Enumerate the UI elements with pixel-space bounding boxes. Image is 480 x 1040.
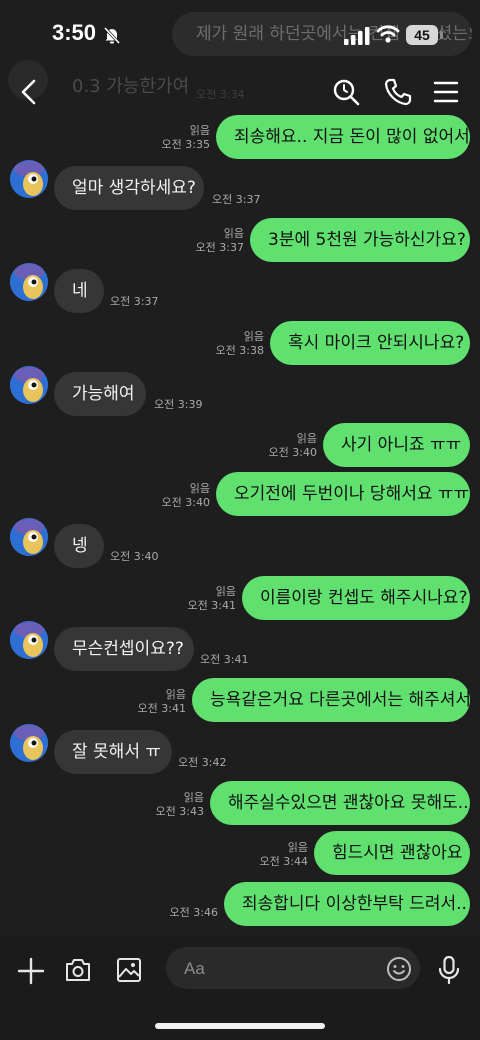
message-time: 오전 3:46 [169,906,218,919]
message-time: 오전 3:37 [195,241,244,254]
message-bubble-outgoing[interactable]: 이름이랑 컨셉도 해주시나요? [242,576,470,620]
message-meta: 읽음 오전 3:40 [269,432,317,460]
message-list[interactable]: 죄송해요.. 지금 돈이 많이 없어서 읽음 오전 3:35 얼마 생각하세요?… [0,0,480,935]
read-receipt: 읽음 [296,432,317,445]
message-time: 오전 3:41 [200,653,249,666]
message-time: 오전 3:37 [110,295,159,308]
mic-icon[interactable] [436,955,462,985]
avatar[interactable] [10,366,48,404]
message-bubble-outgoing[interactable]: 힘드시면 괜찮아요 [314,831,470,875]
message-bubble-incoming[interactable]: 가능해여 [54,372,146,416]
message-bubble-incoming[interactable]: 넹 [54,524,104,568]
message-meta: 읽음 오전 3:40 [162,482,210,510]
message-bubble-incoming[interactable]: 얼마 생각하세요? [54,166,204,210]
message-time: 오전 3:40 [268,446,317,459]
message-time: 오전 3:40 [161,496,210,509]
message-bubble-outgoing[interactable]: 오기전에 두번이나 당해서요 ㅠㅠ [216,472,470,516]
message-time: 오전 3:39 [154,398,203,411]
camera-icon[interactable] [64,957,92,983]
message-time: 오전 3:37 [212,193,261,206]
read-receipt: 읽음 [165,688,186,701]
message-bubble-incoming[interactable]: 잘 못해서 ㅠ [54,730,172,774]
message-time: 오전 3:41 [187,599,236,612]
avatar[interactable] [10,621,48,659]
avatar-image [10,724,48,762]
read-receipt: 읽음 [287,841,308,854]
message-bubble-outgoing[interactable]: 죄송합니다 이상한부탁 드려서.. [224,882,470,926]
avatar[interactable] [10,263,48,301]
avatar-image [10,518,48,556]
avatar-image [10,366,48,404]
message-input-field[interactable] [166,947,420,989]
message-meta: 읽음 오전 3:41 [188,585,236,613]
message-bubble-outgoing[interactable]: 3분에 5천원 가능하신가요? [250,218,470,262]
message-bubble-outgoing[interactable]: 죄송해요.. 지금 돈이 많이 없어서 [216,115,470,159]
message-bubble-outgoing[interactable]: 해주실수있으면 괜찮아요 못해도.. [210,781,470,825]
message-bubble-incoming[interactable]: 네 [54,269,104,313]
message-bubble-outgoing[interactable]: 사기 아니죠 ㅠㅠ [323,423,470,467]
message-meta: 읽음 오전 3:44 [260,841,308,869]
home-indicator[interactable] [155,1023,325,1029]
message-meta: 오전 3:46 [170,906,218,920]
message-meta: 읽음 오전 3:41 [138,688,186,716]
read-receipt: 읽음 [183,791,204,804]
message-time: 오전 3:38 [215,344,264,357]
avatar-image [10,621,48,659]
message-time: 오전 3:40 [110,550,159,563]
message-input-bar [0,935,480,1040]
message-time: 오전 3:42 [178,756,227,769]
read-receipt: 읽음 [189,124,210,137]
message-time: 오전 3:44 [259,855,308,868]
emoji-icon[interactable] [386,956,412,982]
avatar[interactable] [10,160,48,198]
message-time: 오전 3:35 [161,138,210,151]
message-input[interactable] [182,955,376,983]
message-bubble-outgoing[interactable]: 혹시 마이크 안되시나요? [270,321,470,365]
avatar-image [10,160,48,198]
message-meta: 읽음 오전 3:37 [196,227,244,255]
gallery-icon[interactable] [116,957,142,983]
read-receipt: 읽음 [189,482,210,495]
avatar[interactable] [10,518,48,556]
avatar[interactable] [10,724,48,762]
message-meta: 읽음 오전 3:43 [156,791,204,819]
message-meta: 읽음 오전 3:35 [162,124,210,152]
message-meta: 읽음 오전 3:38 [216,330,264,358]
plus-icon[interactable] [16,956,46,986]
message-bubble-incoming[interactable]: 무슨컨셉이요?? [54,627,194,671]
message-time: 오전 3:43 [155,805,204,818]
message-time: 오전 3:41 [137,702,186,715]
message-bubble-outgoing[interactable]: 능욕같은거요 다른곳에서는 해주셔서 [192,678,471,722]
read-receipt: 읽음 [223,227,244,240]
avatar-image [10,263,48,301]
read-receipt: 읽음 [215,585,236,598]
read-receipt: 읽음 [243,330,264,343]
